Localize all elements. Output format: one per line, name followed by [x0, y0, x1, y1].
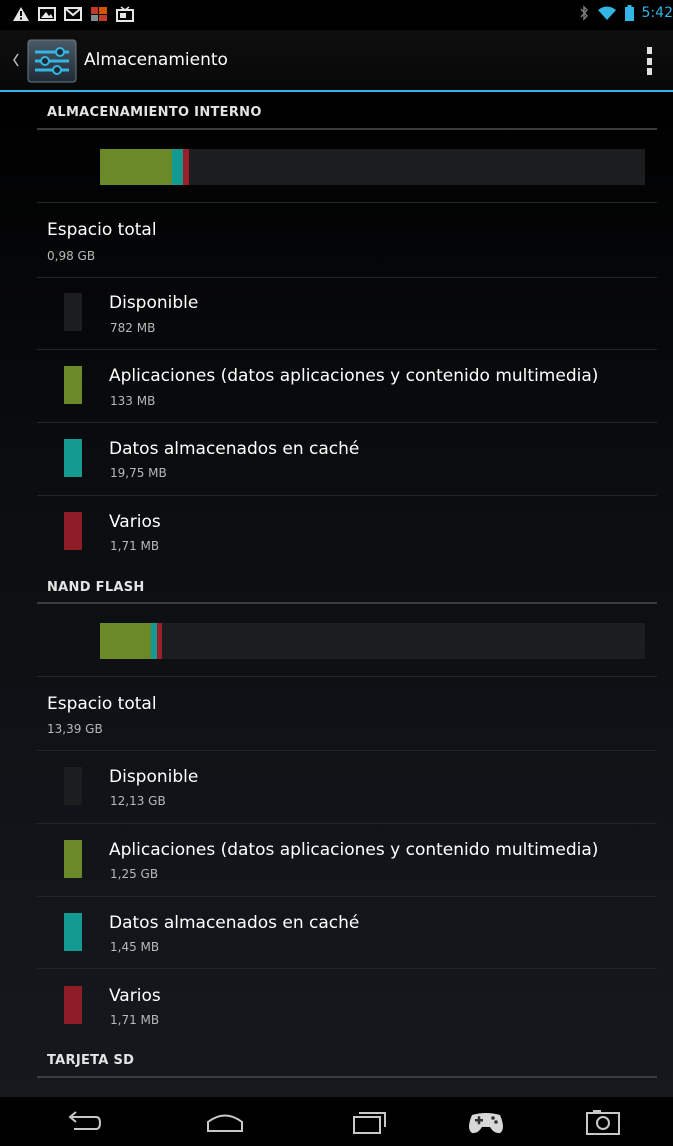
item-divider: [37, 202, 657, 203]
recent-apps-icon[interactable]: [350, 1107, 390, 1137]
item-divider: [37, 968, 657, 969]
misc-value: 1,71 MB: [110, 1013, 160, 1027]
cache-title[interactable]: Datos almacenados en caché: [109, 913, 359, 933]
page-title: Almacenamiento: [84, 50, 228, 70]
misc-value: 1,71 MB: [110, 539, 160, 553]
game-controller-icon[interactable]: [466, 1107, 506, 1137]
section-header-nand: NAND FLASH: [47, 580, 145, 595]
item-divider: [37, 750, 657, 751]
image-icon: [38, 7, 56, 21]
free-swatch: [64, 767, 82, 805]
apps-value: 1,25 GB: [110, 867, 159, 881]
usage-bar-internal: [100, 149, 645, 185]
cache-swatch: [64, 439, 82, 477]
misc-title[interactable]: Varios: [109, 512, 161, 532]
apps-title[interactable]: Aplicaciones (datos aplicaciones y conte…: [109, 840, 598, 860]
overflow-menu-icon[interactable]: [645, 47, 653, 75]
usage-bar-nand: [100, 623, 645, 659]
gmail-icon: [64, 7, 82, 21]
storage-list[interactable]: ALMACENAMIENTO INTERNO Espacio total 0,9…: [0, 92, 673, 1097]
available-value: 782 MB: [110, 321, 156, 335]
item-divider: [37, 896, 657, 897]
item-divider: [37, 349, 657, 350]
clock: 5:42: [641, 5, 673, 21]
apps-swatch: [64, 366, 82, 404]
item-divider: [37, 495, 657, 496]
usage-bar-misc-segment: [156, 623, 163, 659]
section-header-internal: ALMACENAMIENTO INTERNO: [47, 105, 262, 120]
back-icon[interactable]: [62, 1107, 102, 1137]
cache-value: 1,45 MB: [110, 940, 160, 954]
tv-icon: [116, 6, 134, 22]
cache-title[interactable]: Datos almacenados en caché: [109, 439, 359, 459]
apps-title[interactable]: Aplicaciones (datos aplicaciones y conte…: [109, 366, 598, 386]
up-caret-icon[interactable]: [12, 51, 20, 69]
apps-swatch: [64, 840, 82, 878]
usage-bar-apps-segment: [100, 149, 173, 185]
available-title[interactable]: Disponible: [109, 293, 198, 313]
total-space-value: 13,39 GB: [47, 722, 103, 736]
photo-icon: [91, 7, 107, 21]
item-divider: [37, 277, 657, 278]
warning-icon: [13, 7, 29, 21]
item-divider: [37, 422, 657, 423]
home-icon[interactable]: [205, 1107, 245, 1137]
section-divider: [37, 1076, 657, 1078]
wifi-icon: [597, 6, 616, 20]
action-bar: Almacenamiento: [0, 30, 673, 92]
available-value: 12,13 GB: [110, 794, 166, 808]
misc-title[interactable]: Varios: [109, 986, 161, 1006]
item-divider: [37, 823, 657, 824]
battery-icon: [624, 5, 634, 21]
misc-swatch: [64, 986, 82, 1024]
cache-value: 19,75 MB: [110, 466, 167, 480]
available-title[interactable]: Disponible: [109, 767, 198, 787]
status-bar: 5:42: [0, 0, 673, 30]
total-space-title[interactable]: Espacio total: [47, 694, 157, 714]
section-divider: [37, 128, 657, 130]
settings-sliders-icon[interactable]: [27, 39, 77, 83]
section-divider: [37, 602, 657, 604]
usage-bar-apps-segment: [100, 623, 151, 659]
apps-value: 133 MB: [110, 394, 156, 408]
free-swatch: [64, 293, 82, 331]
screenshot-icon[interactable]: [583, 1107, 623, 1137]
misc-swatch: [64, 512, 82, 550]
usage-bar-misc-segment: [183, 149, 189, 185]
cache-swatch: [64, 913, 82, 951]
total-space-value: 0,98 GB: [47, 249, 96, 263]
usage-bar-cache-segment: [172, 149, 184, 185]
navigation-bar: [0, 1097, 673, 1146]
total-space-title[interactable]: Espacio total: [47, 220, 157, 240]
bluetooth-icon: [579, 5, 588, 21]
item-divider: [37, 676, 657, 677]
section-header-sdcard: TARJETA SD: [47, 1053, 135, 1068]
